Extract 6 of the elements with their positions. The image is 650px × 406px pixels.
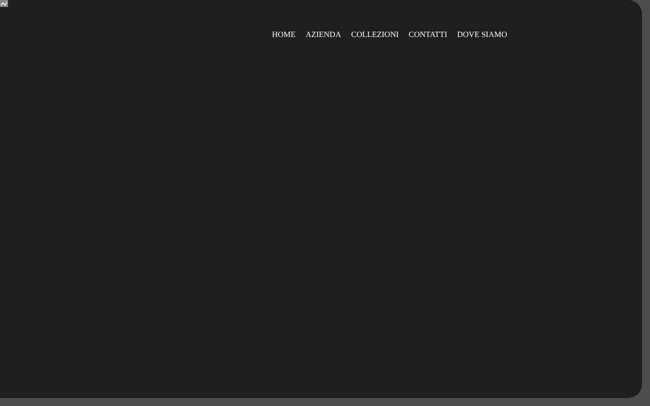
nav-link[interactable]: COLLEZIONI — [351, 29, 399, 41]
nav-link[interactable]: DOVE SIAMO — [457, 29, 508, 41]
nav-link[interactable]: HOME — [272, 29, 296, 41]
broken-image-icon — [0, 0, 8, 7]
nav-link[interactable]: CONTATTI — [408, 29, 448, 41]
nav-link[interactable]: AZIENDA — [306, 29, 342, 41]
